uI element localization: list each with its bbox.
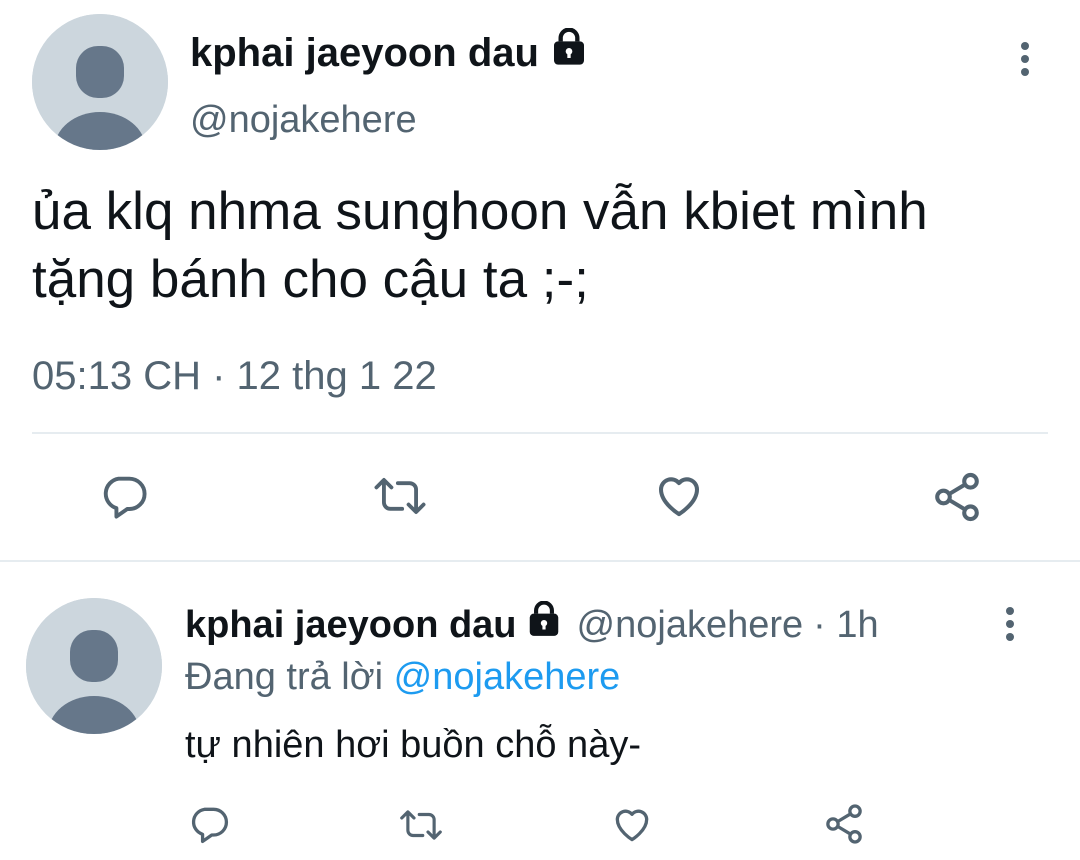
- section-divider: [0, 560, 1080, 562]
- retweet-icon[interactable]: [370, 470, 430, 522]
- replying-label: Đang trả lời: [185, 656, 384, 698]
- retweet-icon[interactable]: [396, 804, 446, 846]
- reply-text: tự nhiên hơi buồn chỗ này-: [185, 724, 641, 766]
- more-options-icon[interactable]: [1004, 607, 1016, 641]
- avatar[interactable]: [32, 14, 168, 150]
- reply-icon[interactable]: [98, 470, 150, 522]
- handle[interactable]: @nojakehere: [577, 604, 804, 647]
- lock-icon: [549, 27, 589, 78]
- tweet-text-line: ủa klq nhma sunghoon vẫn kbiet mình: [32, 182, 928, 241]
- share-icon[interactable]: [930, 470, 984, 524]
- like-icon[interactable]: [610, 802, 654, 846]
- display-name-text: kphai jaeyoon dau: [190, 30, 539, 75]
- more-options-icon[interactable]: [1019, 42, 1031, 76]
- lock-icon: [525, 600, 563, 649]
- tweet-text: ủa klq nhma sunghoon vẫn kbiet mình tặng…: [32, 178, 928, 314]
- default-avatar-icon: [32, 14, 168, 150]
- display-name[interactable]: kphai jaeyoon dau: [190, 27, 589, 78]
- like-icon[interactable]: [652, 468, 706, 522]
- mention-link[interactable]: @nojakehere: [394, 656, 621, 698]
- tweet-text-line: tặng bánh cho cậu ta ;-;: [32, 250, 589, 309]
- avatar[interactable]: [26, 598, 162, 734]
- reply-header: kphai jaeyoon dau @nojakehere · 1h: [185, 600, 879, 649]
- share-icon[interactable]: [822, 802, 866, 846]
- replying-to: Đang trả lời @nojakehere: [185, 656, 620, 699]
- display-name-text[interactable]: kphai jaeyoon dau: [185, 604, 517, 647]
- default-avatar-icon: [26, 598, 162, 734]
- reply-icon[interactable]: [187, 802, 231, 846]
- divider: [32, 432, 1048, 434]
- timestamp[interactable]: 05:13 CH · 12 thg 1 22: [32, 354, 437, 399]
- handle[interactable]: @nojakehere: [190, 99, 417, 142]
- time-ago[interactable]: · 1h: [813, 604, 878, 647]
